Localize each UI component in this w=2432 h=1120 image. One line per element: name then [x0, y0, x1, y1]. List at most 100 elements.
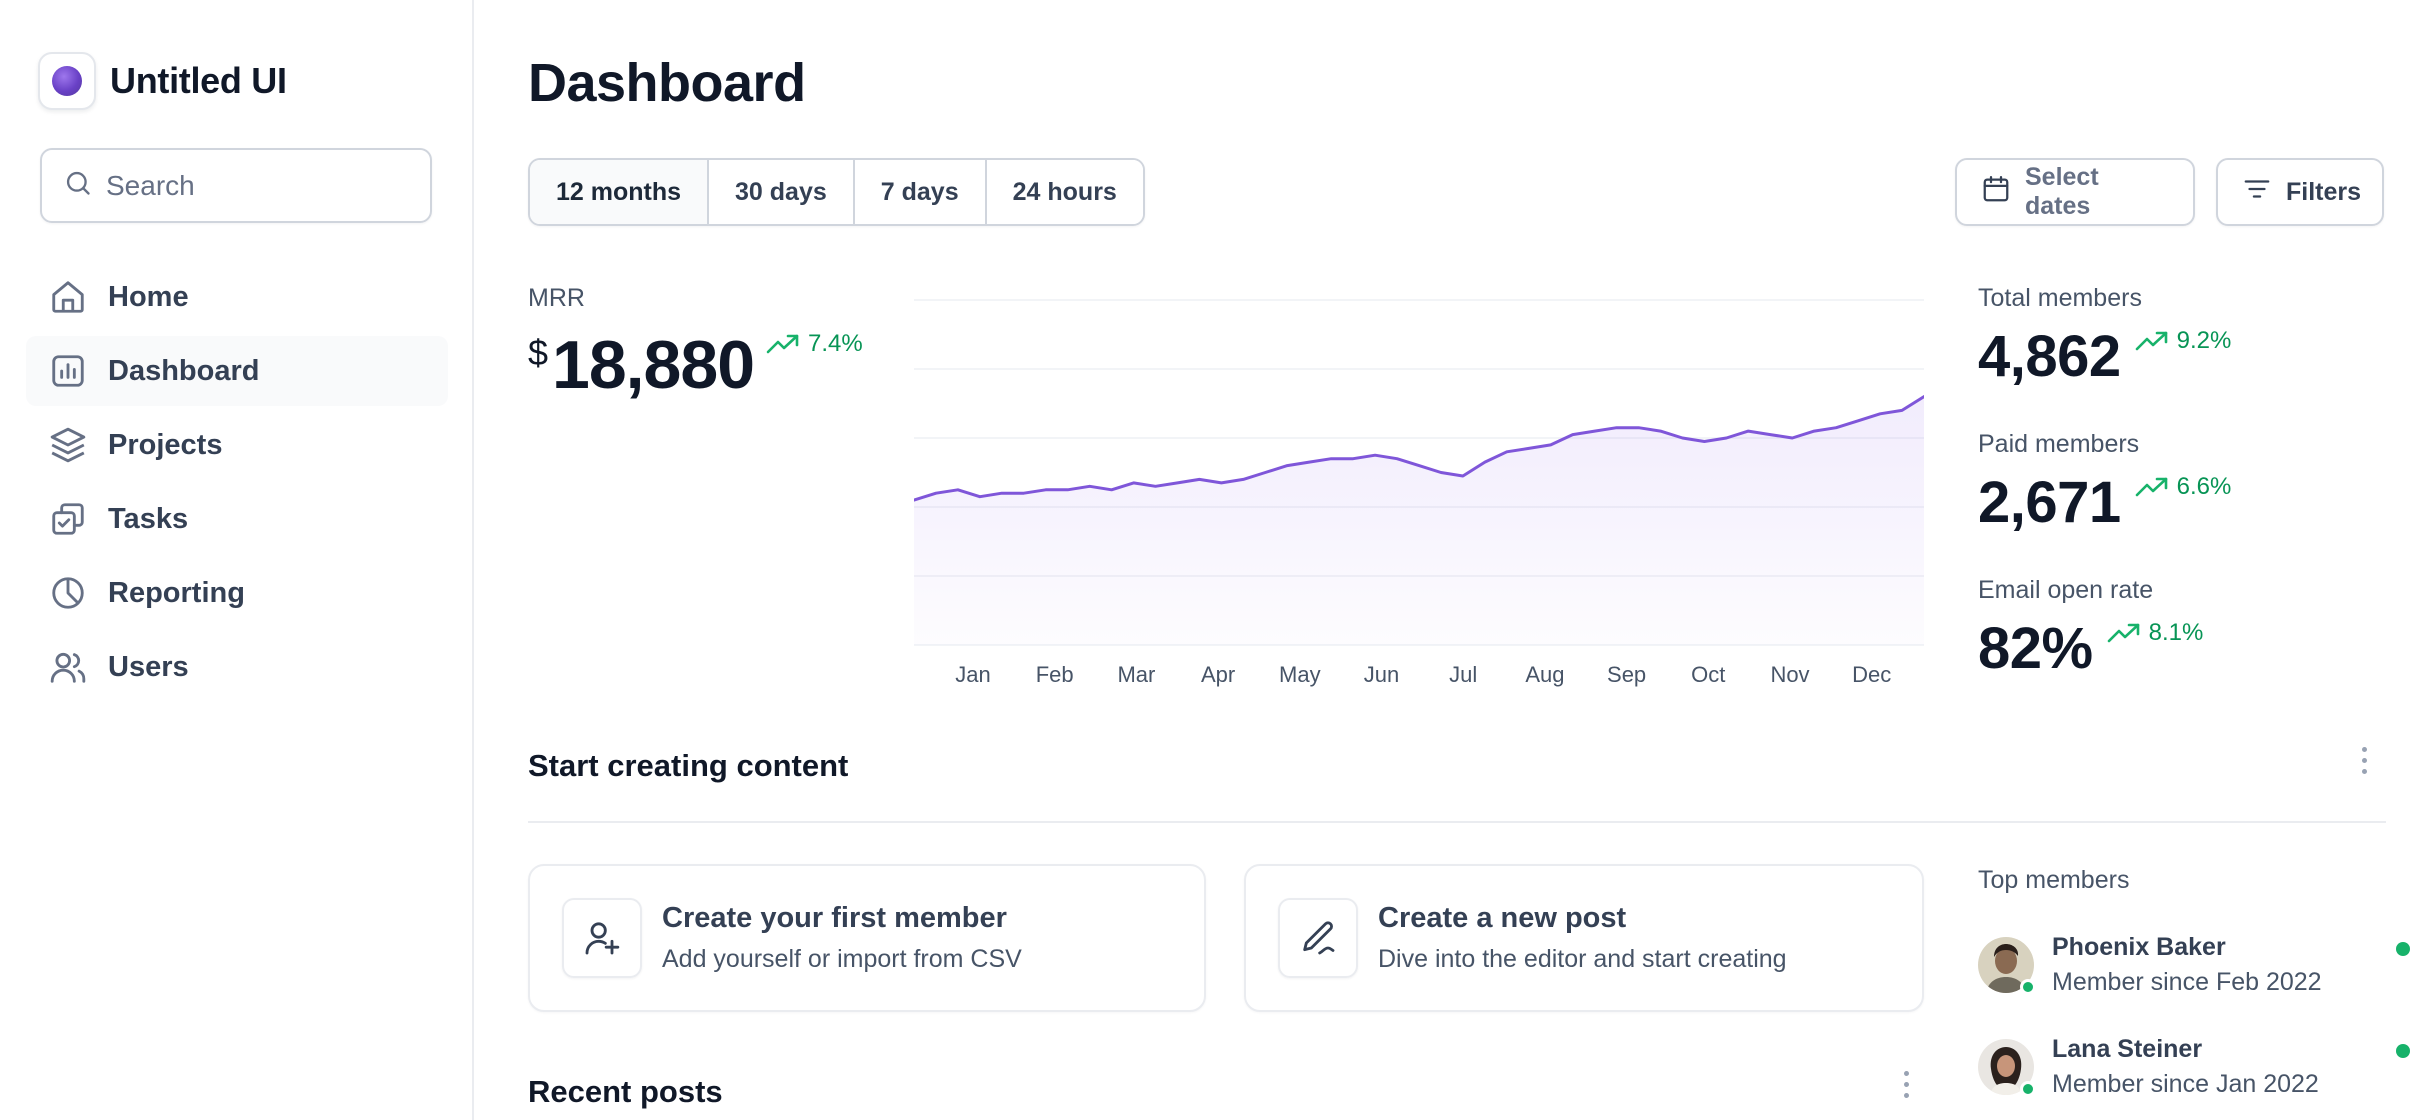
trend-up-icon [766, 334, 799, 354]
users-icon [48, 647, 88, 687]
mrr-value: $ 18,880 [528, 326, 755, 404]
x-axis-tick-label: May [1279, 662, 1321, 687]
online-indicator [2020, 979, 2036, 995]
status-dot [2396, 1044, 2410, 1058]
sidebar: Untitled UI Home Dashboard Projects [0, 0, 474, 1120]
x-axis-tick-label: Jun [1364, 662, 1399, 687]
sidebar-item-dashboard[interactable]: Dashboard [26, 336, 448, 406]
stat-label: Paid members [1978, 430, 2140, 458]
mrr-label: MRR [528, 284, 585, 312]
recent-posts-more-icon[interactable] [1896, 1064, 1916, 1104]
check-square-icon [48, 499, 88, 539]
sidebar-item-home[interactable]: Home [26, 262, 448, 332]
stats-panel: Total members 4,862 9.2% Paid members 2,… [1978, 284, 2398, 722]
x-axis-tick-label: Dec [1852, 662, 1891, 687]
brand-name: Untitled UI [110, 60, 287, 101]
select-dates-label: Select dates [2025, 163, 2099, 220]
pie-chart-icon [48, 573, 88, 613]
trend-up-icon [2135, 477, 2167, 497]
trend-up-icon [2107, 623, 2139, 643]
stat-change: 8.1% [2148, 619, 2204, 646]
brand[interactable]: Untitled UI [38, 52, 287, 110]
filters-button[interactable]: Filters [2216, 158, 2384, 226]
mrr-trend: 7.4% [766, 330, 863, 358]
stat-change: 6.6% [2176, 473, 2232, 500]
top-members-title: Top members [1978, 866, 2130, 894]
mrr-change: 7.4% [808, 330, 863, 357]
member-name: Phoenix Baker [2052, 933, 2226, 961]
sidebar-nav: Home Dashboard Projects Tasks Reporting [26, 262, 448, 706]
member-since: Member since Feb 2022 [2052, 968, 2322, 996]
card-subtitle: Dive into the editor and start creating [1378, 945, 1787, 973]
filter-lines-icon [2242, 174, 2272, 211]
stat-trend: 6.6% [2135, 473, 2232, 501]
range-24-hours-button[interactable]: 24 hours [986, 160, 1143, 224]
search-box[interactable] [40, 148, 432, 223]
sidebar-item-label: Dashboard [108, 354, 260, 387]
member-since: Member since Jan 2022 [2052, 1070, 2319, 1098]
mrr-chart: Jan Feb Mar Apr May Jun Jul Aug Sep Oct Nov Dec [914, 299, 1924, 687]
x-axis-tick-label: Jan [955, 662, 990, 687]
trend-up-icon [2135, 331, 2167, 351]
sidebar-item-tasks[interactable]: Tasks [26, 484, 448, 554]
home-icon [48, 277, 88, 317]
bar-chart-icon [48, 351, 88, 391]
member-name: Lana Steiner [2052, 1035, 2203, 1063]
section-divider [528, 821, 2386, 823]
x-axis-tick-label: Oct [1691, 662, 1725, 687]
sidebar-item-label: Users [108, 650, 189, 683]
stat-value: 2,671 [1978, 470, 2121, 535]
x-axis-tick-label: Aug [1525, 662, 1564, 687]
create-member-card[interactable]: Create your first member Add yourself or… [528, 864, 1206, 1012]
stat-trend: 8.1% [2107, 619, 2204, 647]
page-title: Dashboard [528, 53, 806, 113]
main-content: Dashboard 12 months 30 days 7 days 24 ho… [528, 0, 2432, 1120]
select-dates-button[interactable]: Select dates [1955, 158, 2195, 226]
stat-label: Email open rate [1978, 576, 2154, 604]
content-more-icon[interactable] [2354, 740, 2374, 780]
range-30-days-button[interactable]: 30 days [709, 160, 855, 224]
stat-value: 82% [1978, 616, 2093, 681]
x-axis-tick-label: Sep [1607, 662, 1646, 687]
sidebar-item-label: Home [108, 280, 189, 313]
sidebar-item-label: Reporting [108, 576, 245, 609]
filters-label: Filters [2286, 177, 2362, 206]
stat-label: Total members [1978, 284, 2142, 312]
mrr-currency: $ [528, 332, 549, 373]
mrr-amount: 18,880 [552, 327, 755, 403]
pen-icon [1278, 898, 1358, 978]
range-12-months-button[interactable]: 12 months [530, 160, 710, 224]
avatar [1978, 1039, 2036, 1097]
sidebar-item-label: Projects [108, 428, 223, 461]
stat-paid-members: Paid members 2,671 6.6% [1978, 430, 2398, 576]
sidebar-item-reporting[interactable]: Reporting [26, 558, 448, 628]
card-title: Create your first member [662, 902, 1007, 934]
avatar [1978, 937, 2036, 995]
user-plus-icon [562, 898, 642, 978]
range-7-days-button[interactable]: 7 days [854, 160, 987, 224]
member-item[interactable]: Phoenix Baker Member since Feb 2022 [1978, 930, 2410, 1000]
sidebar-item-projects[interactable]: Projects [26, 410, 448, 480]
recent-posts-title: Recent posts [528, 1074, 723, 1109]
x-axis-tick-label: Feb [1036, 662, 1074, 687]
brand-logo [38, 52, 96, 110]
stat-email-open-rate: Email open rate 82% 8.1% [1978, 576, 2398, 722]
search-input[interactable] [106, 169, 406, 202]
content-section-title: Start creating content [528, 748, 849, 783]
create-post-card[interactable]: Create a new post Dive into the editor a… [1244, 864, 1924, 1012]
stat-change: 9.2% [2176, 327, 2232, 354]
sidebar-item-label: Tasks [108, 502, 189, 535]
stat-trend: 9.2% [2135, 327, 2232, 355]
search-icon [64, 169, 92, 202]
calendar-icon [1981, 174, 2011, 211]
x-axis-tick-label: Jul [1449, 662, 1477, 687]
layers-icon [48, 425, 88, 465]
sidebar-item-users[interactable]: Users [26, 632, 448, 702]
card-subtitle: Add yourself or import from CSV [662, 945, 1022, 973]
time-range-selector: 12 months 30 days 7 days 24 hours [528, 158, 1145, 226]
status-dot [2396, 942, 2410, 956]
x-axis-tick-label: Nov [1770, 662, 1809, 687]
x-axis-tick-label: Apr [1201, 662, 1235, 687]
member-item[interactable]: Lana Steiner Member since Jan 2022 [1978, 1032, 2410, 1102]
stat-total-members: Total members 4,862 9.2% [1978, 284, 2398, 430]
